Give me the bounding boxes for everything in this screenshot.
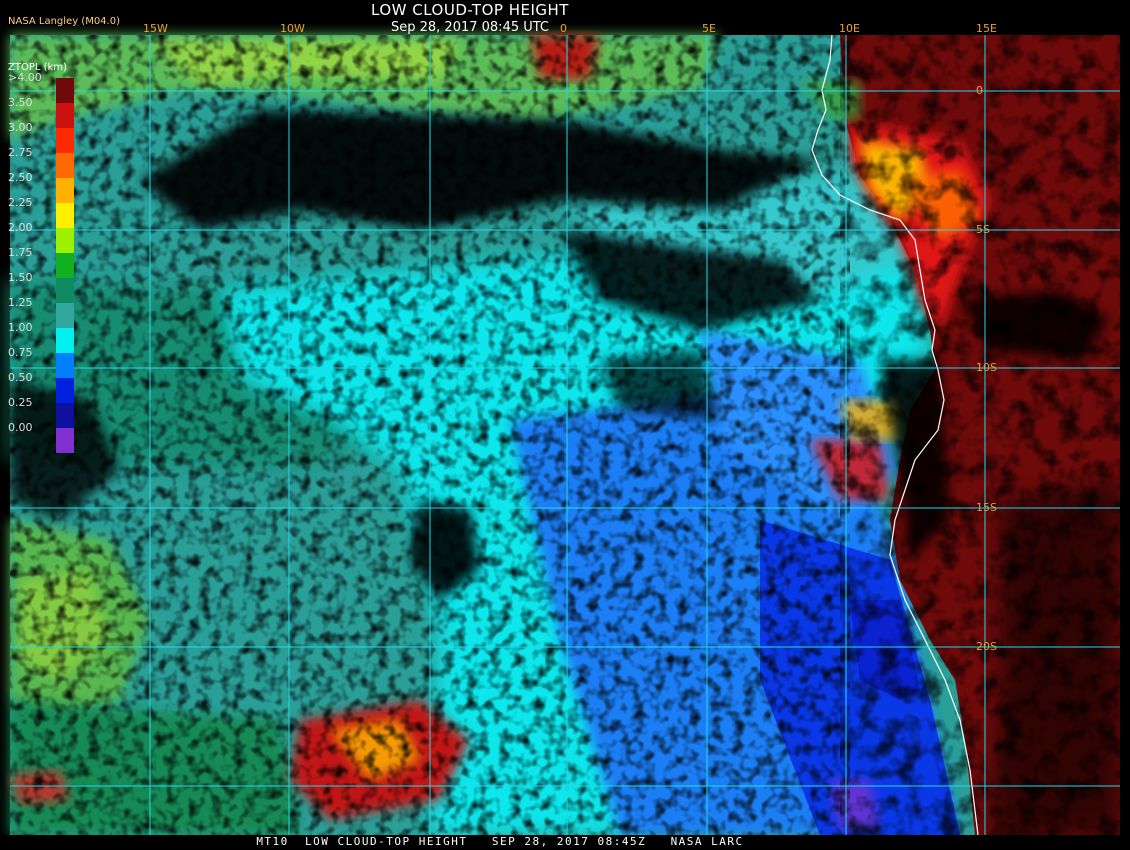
lat-label-20s: 20S [976, 640, 997, 653]
cloud-height-map [0, 0, 1130, 850]
lat-label-15s: 15S [976, 501, 997, 514]
map-timestamp: Sep 28, 2017 08:45 UTC [390, 20, 550, 35]
legend-swatch [56, 128, 74, 153]
legend-item-label: >4.00 [8, 71, 42, 84]
lon-label-5e: 5E [702, 22, 716, 35]
lon-label-10w: 10W [280, 22, 305, 35]
legend-swatch [56, 378, 74, 403]
lon-label-15e: 15E [976, 22, 997, 35]
legend-item-label: 1.25 [8, 296, 33, 309]
legend-item-label: 1.50 [8, 271, 33, 284]
legend-swatch [56, 428, 74, 453]
legend-item-label: 2.00 [8, 221, 33, 234]
color-legend: ZTOPL (km) >4.00 3.50 3.00 2.75 2.50 2.25 2.00… [8, 62, 78, 453]
legend-item-label: 0.25 [8, 396, 33, 409]
legend-item-label: 2.75 [8, 146, 33, 159]
legend-swatch [56, 203, 74, 228]
lon-label-10e: 10E [839, 22, 860, 35]
legend-item-label: 3.00 [8, 121, 33, 134]
legend-swatch [56, 178, 74, 203]
legend-item-label: 0.00 [8, 421, 33, 434]
legend-swatch [56, 328, 74, 353]
legend-item-label: 0.75 [8, 346, 33, 359]
legend-item-label: 2.50 [8, 171, 33, 184]
lon-label-15w: 15W [143, 22, 168, 35]
legend-swatch [56, 78, 74, 103]
legend-item-label: 2.25 [8, 196, 33, 209]
legend-swatch [56, 403, 74, 428]
map-title: LOW CLOUD-TOP HEIGHT [371, 1, 569, 19]
legend-item-label: 1.00 [8, 321, 33, 334]
legend-item-label: 0.50 [8, 371, 33, 384]
cloud-field [10, 35, 1120, 835]
footer-caption: MT10 LOW CLOUD-TOP HEIGHT SEP 28, 2017 0… [256, 835, 744, 848]
legend-swatch [56, 103, 74, 128]
legend-item-label: 1.75 [8, 246, 33, 259]
legend-swatch [56, 153, 74, 178]
lat-label-0: 0 [976, 84, 983, 97]
lon-label-0: 0 [560, 22, 567, 35]
legend-swatch [56, 303, 74, 328]
footer-bar: MT10 LOW CLOUD-TOP HEIGHT SEP 28, 2017 0… [0, 835, 1130, 850]
legend-swatch [56, 353, 74, 378]
lat-label-5s: 5S [976, 223, 990, 236]
lat-label-10s: 10S [976, 361, 997, 374]
legend-swatch [56, 253, 74, 278]
legend-item: 0.00 [8, 422, 78, 453]
legend-item-label: 3.50 [8, 96, 33, 109]
legend-swatch [56, 278, 74, 303]
legend-swatch [56, 228, 74, 253]
